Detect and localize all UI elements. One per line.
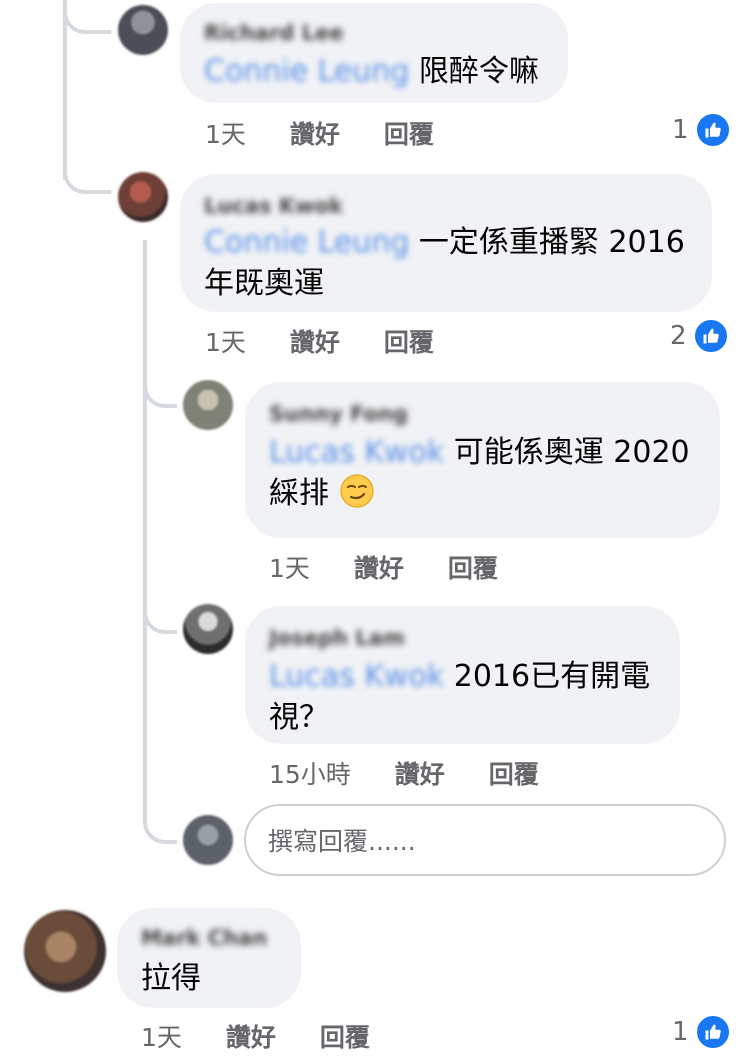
comment-timestamp[interactable]: 1天 — [205, 323, 246, 359]
reply-button[interactable]: 回覆 — [489, 755, 539, 791]
comment-text-line1: 可能係奧運 2020 — [453, 435, 690, 470]
mention-link[interactable]: Connie Leung — [204, 225, 409, 260]
reaction-count[interactable]: 1 — [672, 1012, 731, 1052]
comment-actions: 1天 讚好 回覆 — [269, 549, 498, 585]
comment-timestamp[interactable]: 1天 — [269, 549, 310, 585]
comment-author[interactable]: Joseph Lam — [269, 626, 405, 650]
avatar[interactable] — [183, 380, 233, 430]
comment-text-line1: 限醉令嘛 — [418, 54, 539, 89]
mention-link[interactable]: Lucas Kwok — [269, 435, 444, 470]
thread-connector-2 — [63, 150, 111, 194]
thread-connector-3 — [143, 364, 177, 408]
comment-text-line2: 年既奧運 — [204, 266, 324, 301]
smirking-face-emoji — [339, 473, 375, 520]
thread-line-nested — [143, 240, 147, 820]
thumbs-up-icon — [692, 318, 729, 354]
reaction-count-value: 1 — [672, 1017, 689, 1047]
current-user-avatar — [183, 815, 233, 865]
avatar[interactable] — [118, 5, 168, 55]
like-button[interactable]: 讚好 — [226, 1018, 276, 1054]
comment-text: Lucas Kwok 2016已有開電 視？ — [269, 656, 650, 738]
comment-text-line1: 一定係重播緊 2016 — [418, 225, 685, 260]
comment-author[interactable]: Mark Chan — [141, 926, 267, 950]
reply-input[interactable]: 撰寫回覆...... — [244, 804, 726, 876]
avatar[interactable] — [24, 910, 106, 992]
comment-author[interactable]: Sunny Fong — [269, 402, 408, 426]
comment-text: Lucas Kwok 可能係奧運 2020 綵排 — [269, 432, 690, 520]
comment-timestamp[interactable]: 15小時 — [269, 755, 351, 791]
like-button[interactable]: 讚好 — [354, 549, 404, 585]
reply-button[interactable]: 回覆 — [384, 115, 434, 151]
comment-bubble: Lucas Kwok Connie Leung 一定係重播緊 2016 年既奧運 — [180, 174, 712, 312]
like-button[interactable]: 讚好 — [290, 323, 340, 359]
avatar[interactable] — [118, 172, 168, 222]
comment-bubble: Richard Lee Connie Leung 限醉令嘛 — [180, 3, 568, 103]
comment-actions: 1天 讚好 回覆 — [205, 115, 434, 151]
comment-timestamp[interactable]: 1天 — [205, 115, 246, 151]
reply-button[interactable]: 回覆 — [448, 549, 498, 585]
comment-timestamp[interactable]: 1天 — [141, 1018, 182, 1054]
comment-bubble: Joseph Lam Lucas Kwok 2016已有開電 視？ — [245, 606, 680, 744]
comment-bubble: Sunny Fong Lucas Kwok 可能係奧運 2020 綵排 — [245, 382, 720, 538]
reaction-count[interactable]: 1 — [672, 110, 731, 150]
comment-text: Connie Leung 一定係重播緊 2016 年既奧運 — [204, 222, 685, 304]
comment-actions: 1天 讚好 回覆 — [205, 323, 434, 359]
comment-text: 拉得 — [141, 958, 201, 999]
comment-author[interactable]: Richard Lee — [204, 21, 344, 45]
reply-input-placeholder: 撰寫回覆...... — [268, 827, 416, 856]
mention-link[interactable]: Connie Leung — [204, 54, 409, 89]
comment-text-line2: 視？ — [269, 700, 329, 735]
comment-text-line1: 拉得 — [141, 961, 201, 996]
comment-author[interactable]: Lucas Kwok — [204, 194, 343, 218]
mention-link[interactable]: Lucas Kwok — [269, 659, 444, 694]
comment-actions: 15小時 讚好 回覆 — [269, 755, 539, 791]
comment-bubble: Mark Chan 拉得 — [117, 908, 301, 1008]
comment-actions: 1天 讚好 回覆 — [141, 1018, 370, 1054]
like-button[interactable]: 讚好 — [395, 755, 445, 791]
thread-connector-1 — [63, 0, 111, 34]
reaction-count-value: 1 — [672, 115, 689, 145]
thread-connector-5 — [143, 800, 177, 844]
reply-button[interactable]: 回覆 — [384, 323, 434, 359]
comment-text-line2: 綵排 — [269, 476, 329, 511]
thumbs-up-icon — [694, 1014, 731, 1050]
reaction-count[interactable]: 2 — [670, 316, 729, 356]
like-button[interactable]: 讚好 — [290, 115, 340, 151]
reply-button[interactable]: 回覆 — [320, 1018, 370, 1054]
thread-connector-4 — [143, 590, 177, 634]
avatar[interactable] — [183, 604, 233, 654]
reaction-count-value: 2 — [670, 321, 687, 351]
thumbs-up-icon — [694, 112, 731, 148]
comment-text: Connie Leung 限醉令嘛 — [204, 51, 539, 92]
comment-text-line1: 2016已有開電 — [453, 659, 651, 694]
